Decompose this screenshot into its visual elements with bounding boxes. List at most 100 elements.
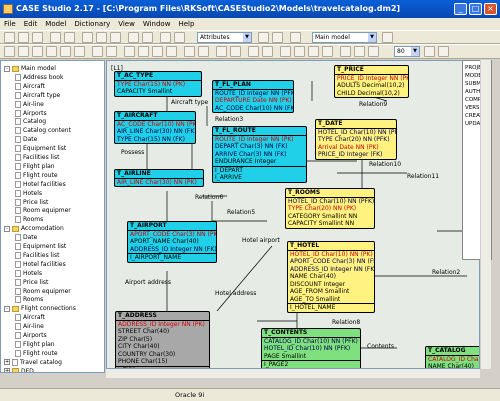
tree-item-label: Equipment list <box>23 243 67 250</box>
collapse-icon[interactable]: - <box>4 65 10 72</box>
view-icon[interactable] <box>60 46 71 57</box>
undo-icon[interactable] <box>128 32 139 43</box>
bold-icon[interactable] <box>368 46 379 57</box>
entity-ac-type[interactable]: T_AC_TYPE TYPE Char(15) NN (PK) CAPACITY S… <box>114 71 202 97</box>
entity-address[interactable]: T_ADDRESS ADDRESS_ID Integer NN (PK) STREE… <box>115 311 210 368</box>
identifying-relation-icon[interactable] <box>46 46 57 57</box>
maximize-button[interactable]: □ <box>469 3 482 15</box>
redo-icon[interactable] <box>142 32 153 43</box>
tree-item[interactable]: + DFD <box>4 367 34 372</box>
align-bottom-icon[interactable] <box>166 46 177 57</box>
print-icon[interactable] <box>50 32 61 43</box>
entity-fl-route[interactable]: T_FL_ROUTE ROUTE_ID Integer NN (PK) DEPART… <box>212 126 307 183</box>
menu-view[interactable]: View <box>114 18 139 30</box>
diagram-canvas[interactable]: [L1] T_AC_TYPE TYPE Char(15) NN (PK) CAPAC… <box>106 60 480 369</box>
zoom-icon[interactable] <box>354 46 365 57</box>
cut-icon[interactable] <box>82 32 93 43</box>
snap-icon[interactable] <box>262 46 273 57</box>
entity-rooms[interactable]: T_ROOMS HOTEL_ID Char(10) NN (PFK) TYPE Ch… <box>285 188 375 229</box>
menu-model[interactable]: Model <box>41 18 70 30</box>
find-icon[interactable] <box>160 32 171 43</box>
color-icon[interactable] <box>294 46 305 57</box>
settings-icon[interactable] <box>438 46 449 57</box>
collapse-icon[interactable]: - <box>4 305 10 312</box>
relation-label[interactable]: Relation8 <box>332 319 360 326</box>
menu-dictionary[interactable]: Dictionary <box>70 18 114 30</box>
send-back-icon[interactable] <box>230 46 241 57</box>
relation-label[interactable]: Relation5 <box>227 209 255 216</box>
menu-file[interactable]: File <box>0 18 20 30</box>
entity-price[interactable]: T_PRICE PRICE_ID Integer NN (PK) ADULTS De… <box>334 65 409 98</box>
entity-date[interactable]: T_DATE HOTEL_ID Char(10) NN (PFK) TYPE Cha… <box>315 119 397 160</box>
font-icon[interactable] <box>280 46 291 57</box>
entity-title: T_CONTENTS <box>262 329 360 338</box>
entity-contents[interactable]: T_CONTENTS CATALOG_ID Char(10) NN (PFK) HO… <box>261 328 361 368</box>
entity-hotel[interactable]: T_HOTEL HOTEL_ID Char(10) NN (PK) APORT_CO… <box>287 241 375 313</box>
collapse-icon[interactable]: - <box>4 225 10 232</box>
menu-window[interactable]: Window <box>139 18 175 30</box>
text-icon[interactable] <box>92 46 103 57</box>
expand-icon[interactable]: + <box>4 359 10 366</box>
horizontal-scrollbar[interactable] <box>106 369 480 378</box>
zoom-in-icon[interactable] <box>258 32 269 43</box>
relation-label[interactable]: Relation11 <box>407 173 439 180</box>
paste-icon[interactable] <box>110 32 121 43</box>
entity-title: T_FL_PLAN <box>213 81 293 90</box>
fit-icon[interactable] <box>340 46 351 57</box>
relation-label[interactable]: Hotel address <box>215 290 256 297</box>
save-icon[interactable] <box>32 32 43 43</box>
line-icon[interactable] <box>106 46 117 57</box>
align-top-icon[interactable] <box>138 46 149 57</box>
refresh-icon[interactable] <box>424 46 435 57</box>
expand-icon[interactable]: + <box>4 368 10 372</box>
open-icon[interactable] <box>18 32 29 43</box>
entity-attribute: ZIP Char(5) <box>118 335 153 343</box>
align-right-icon[interactable] <box>152 46 163 57</box>
attributes-combo[interactable]: Attributes ▼ <box>197 32 252 43</box>
entity-attribute: ARRIVE Char(3) NN (FK) <box>215 150 287 158</box>
entity-airport[interactable]: T_AIRPORT APORT_CODE Char(3) NN (PK) APORT… <box>127 221 217 263</box>
close-button[interactable]: × <box>484 3 497 15</box>
relation-label[interactable]: Relation2 <box>432 269 460 276</box>
relation-label[interactable]: Possess <box>121 149 144 156</box>
zoom-out-icon[interactable] <box>272 32 283 43</box>
zoom-combo[interactable]: 80 ▼ <box>394 46 420 57</box>
relation-label[interactable]: Contents <box>367 343 394 350</box>
menu-help[interactable]: Help <box>174 18 198 30</box>
entity-catalog[interactable]: T_CATALOGCATALOG_ID Char(10) NN (P)NAME … <box>425 346 479 368</box>
generate-icon[interactable] <box>174 32 185 43</box>
entity-title: T_DATE <box>316 120 396 129</box>
same-height-icon[interactable] <box>198 46 209 57</box>
relation-label[interactable]: Relation10 <box>369 161 401 168</box>
relation-label[interactable]: Relation3 <box>215 116 243 123</box>
relation-label[interactable]: Hotel airport <box>242 237 280 244</box>
fill-color-icon[interactable] <box>308 46 319 57</box>
menu-edit[interactable]: Edit <box>20 18 42 30</box>
grid-icon[interactable] <box>248 46 259 57</box>
model-combo[interactable]: Main model ▼ <box>312 32 377 43</box>
entity-aircraft[interactable]: T_AIRCRAFT AC_CODE Char(10) NN (PK) AIR_LI… <box>114 111 196 144</box>
new-icon[interactable] <box>4 32 15 43</box>
pointer-icon[interactable] <box>4 46 15 57</box>
relation-label[interactable]: Airport address <box>125 279 171 286</box>
relation-label[interactable]: Aircraft type <box>171 99 208 106</box>
help-icon[interactable] <box>382 32 393 43</box>
relation-label[interactable]: Relation9 <box>359 101 387 108</box>
preview-icon[interactable] <box>64 32 75 43</box>
vertical-scrollbar[interactable] <box>480 60 491 369</box>
relation-icon[interactable] <box>32 46 43 57</box>
minimize-button[interactable]: _ <box>454 3 467 15</box>
tree-item-label: Hotel facilities <box>23 180 66 188</box>
entity-fl-plan[interactable]: T_FL_PLAN ROUTE_ID Integer NN (PFK) DEPART… <box>212 80 294 113</box>
entity-airline[interactable]: T_AIRLINE AIR_LINE Char(30) NN (PK) <box>114 169 204 187</box>
check-icon[interactable] <box>290 32 301 43</box>
relation-label[interactable]: Relation6 <box>195 194 223 201</box>
entity-icon[interactable] <box>18 46 29 57</box>
note-icon[interactable] <box>74 46 85 57</box>
diagram-icon <box>15 198 21 206</box>
bring-front-icon[interactable] <box>216 46 227 57</box>
line-color-icon[interactable] <box>322 46 333 57</box>
align-left-icon[interactable] <box>124 46 135 57</box>
copy-icon[interactable] <box>96 32 107 43</box>
same-width-icon[interactable] <box>184 46 195 57</box>
